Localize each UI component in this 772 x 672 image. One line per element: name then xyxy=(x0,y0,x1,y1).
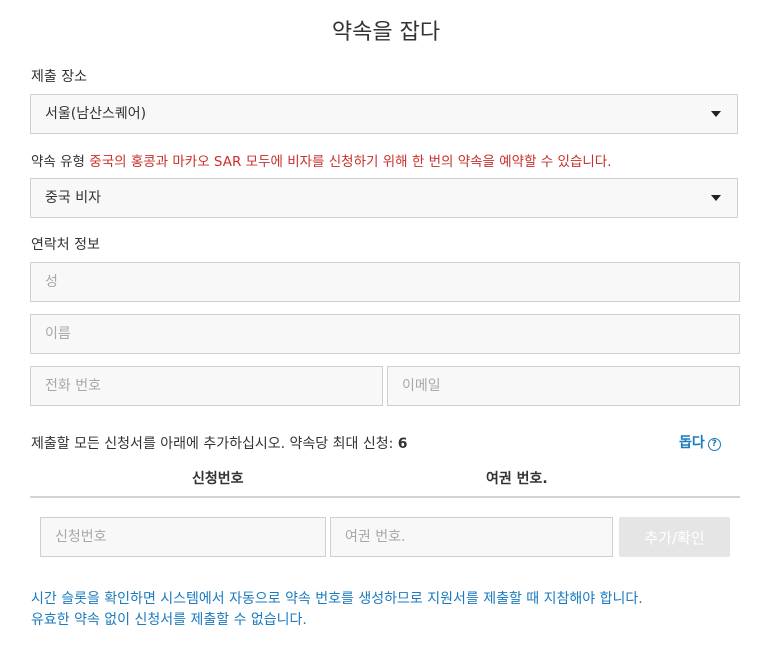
location-select[interactable]: 서울(남산스퀘어) xyxy=(30,94,738,134)
appointment-type-message: 중국의 홍콩과 마카오 SAR 모두에 비자를 신청하기 위해 한 번의 약속을… xyxy=(89,154,612,170)
appointment-type-notice: 약속 유형 중국의 홍콩과 마카오 SAR 모두에 비자를 신청하기 위해 한 … xyxy=(31,150,612,170)
table-header-divider xyxy=(30,496,740,498)
last-name-field[interactable] xyxy=(30,262,740,302)
question-circle-icon: ? xyxy=(707,438,721,451)
add-confirm-button[interactable]: 추가/확인 xyxy=(619,517,730,557)
chevron-down-icon xyxy=(711,195,721,201)
applications-instruction-text: 제출할 모든 신청서를 아래에 추가하십시오. 약속당 최대 신청: xyxy=(31,436,398,452)
footer-notice-line-1: 시간 슬롯을 확인하면 시스템에서 자동으로 약속 번호를 생성하므로 지원서를… xyxy=(31,591,643,607)
applications-instruction: 제출할 모든 신청서를 아래에 추가하십시오. 약속당 최대 신청: 6 xyxy=(31,433,408,453)
max-applications-count: 6 xyxy=(397,436,408,452)
footer-notice-line-2: 유효한 약속 없이 신청서를 제출할 수 없습니다. xyxy=(31,612,307,628)
page-title: 약속을 잡다 xyxy=(331,20,441,45)
contact-label: 연락처 정보 xyxy=(31,237,100,253)
footer-notice: 시간 슬롯을 확인하면 시스템에서 자동으로 약속 번호를 생성하므로 지원서를… xyxy=(31,589,751,631)
help-link[interactable]: 돕다? xyxy=(679,432,721,452)
email-field[interactable] xyxy=(387,366,740,406)
appointment-type-select[interactable]: 중국 비자 xyxy=(30,178,738,218)
phone-field[interactable] xyxy=(30,366,383,406)
column-header-passport-no: 여권 번호. xyxy=(486,471,548,487)
appointment-type-label: 약속 유형 xyxy=(31,154,85,170)
first-name-field[interactable] xyxy=(30,314,740,354)
appointment-type-value: 중국 비자 xyxy=(45,190,101,206)
chevron-down-icon xyxy=(711,111,721,117)
location-select-value: 서울(남산스퀘어) xyxy=(45,106,147,122)
passport-number-field[interactable] xyxy=(330,517,613,557)
column-header-application-no: 신청번호 xyxy=(192,471,244,487)
application-number-field[interactable] xyxy=(40,517,326,557)
help-label: 돕다 xyxy=(679,435,705,451)
location-label: 제출 장소 xyxy=(31,69,87,85)
